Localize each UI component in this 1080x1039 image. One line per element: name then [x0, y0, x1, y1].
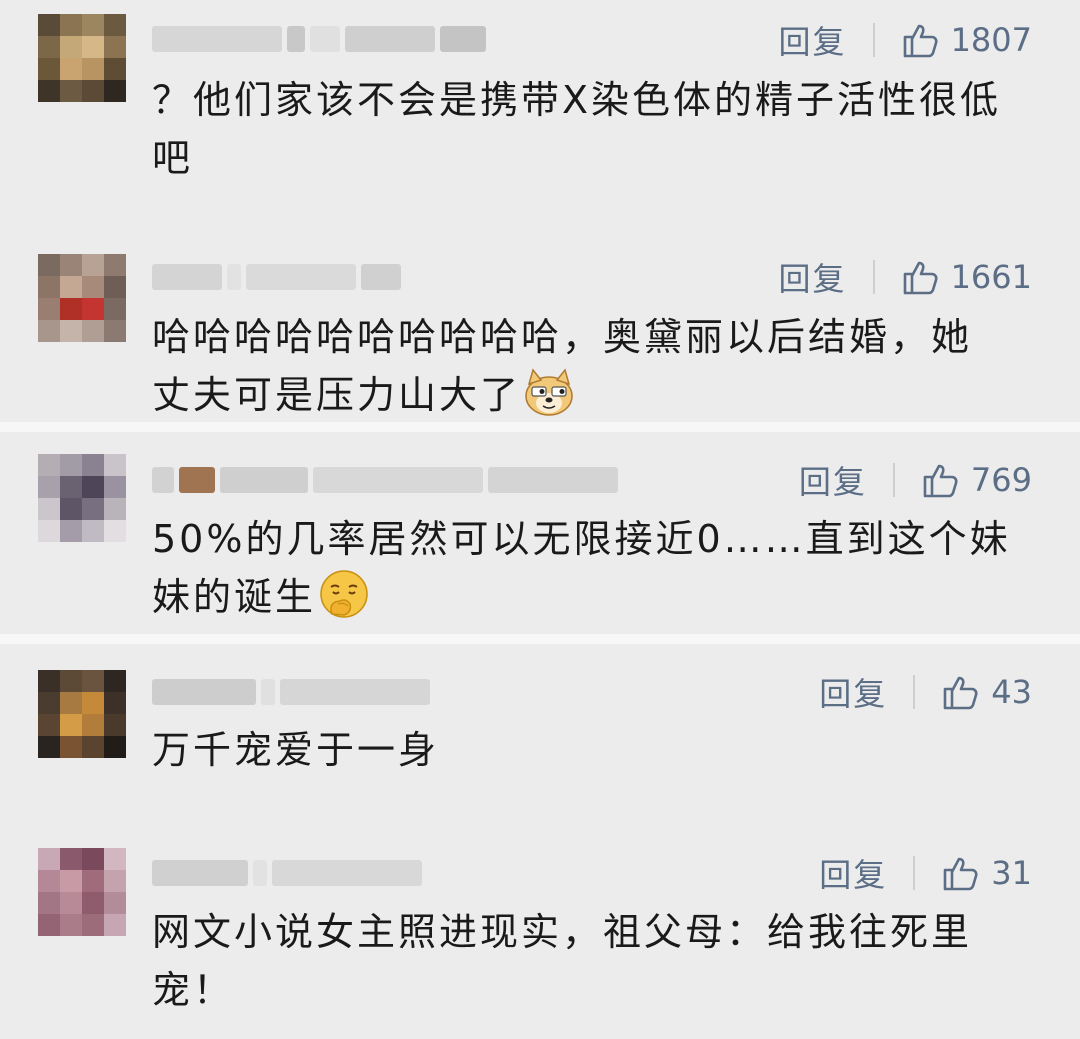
comment-text: ？他们家该不会是携带X染色体的精子活性很低吧 [152, 78, 1002, 180]
like-count: 1807 [950, 21, 1032, 59]
divider [913, 675, 916, 709]
avatar[interactable] [38, 254, 126, 342]
comment-text: 50%的几率居然可以无限接近0……直到这个妹妹的诞生 [152, 510, 1022, 626]
thumbs-up-icon [903, 261, 938, 295]
like-button[interactable]: 31 [941, 853, 1032, 893]
avatar[interactable] [38, 670, 126, 758]
comment-actions: 回复 769 [799, 455, 1032, 505]
comment-item: 回复 769 50%的几率居然可以无限接近0……直到这个妹妹的诞生 [0, 432, 1080, 632]
like-count: 1661 [950, 258, 1032, 296]
section-divider [0, 634, 1080, 644]
like-button[interactable]: 769 [921, 460, 1032, 500]
username-blurred[interactable] [152, 858, 422, 888]
doge-emoji-icon [525, 368, 573, 416]
divider [872, 23, 875, 57]
divider [892, 463, 895, 497]
comment-actions: 回复 43 [819, 667, 1032, 717]
section-divider [0, 422, 1080, 432]
snicker-emoji-icon [320, 570, 368, 618]
like-button[interactable]: 1807 [901, 20, 1032, 60]
comment-actions: 回复 31 [819, 848, 1032, 898]
divider [872, 260, 875, 294]
comment-item: 回复 43 万千宠爱于一身 [0, 644, 1080, 834]
comment-text: 网文小说女主照进现实，祖父母：给我往死里宠！ [152, 910, 973, 1012]
comment-text: 万千宠爱于一身 [152, 728, 440, 772]
comment-actions: 回复 1807 [779, 15, 1032, 65]
avatar[interactable] [38, 454, 126, 542]
username-blurred[interactable] [152, 24, 486, 54]
like-button[interactable]: 43 [941, 672, 1032, 712]
thumbs-up-icon [943, 857, 978, 891]
like-button[interactable]: 1661 [901, 257, 1032, 297]
avatar[interactable] [38, 14, 126, 102]
comment-item: 回复 1807 ？他们家该不会是携带X染色体的精子活性很低吧 [0, 0, 1080, 230]
comment-text: 哈哈哈哈哈哈哈哈哈哈，奥黛丽以后结婚，她丈夫可是压力山大了 [152, 308, 1012, 424]
like-count: 769 [970, 461, 1032, 499]
comment-actions: 回复 1661 [779, 252, 1032, 302]
comment-item: 回复 31 网文小说女主照进现实，祖父母：给我往死里宠！ [0, 834, 1080, 1039]
reply-button[interactable]: 回复 [779, 17, 847, 63]
avatar[interactable] [38, 848, 126, 936]
reply-button[interactable]: 回复 [819, 669, 887, 715]
like-count: 43 [991, 673, 1032, 711]
comment-text-content: 50%的几率居然可以无限接近0……直到这个妹妹的诞生 [152, 517, 1011, 619]
username-blurred[interactable] [152, 677, 430, 707]
comment-list: 回复 1807 ？他们家该不会是携带X染色体的精子活性很低吧 回复 1661 哈… [0, 0, 1080, 1039]
thumbs-up-icon [903, 24, 938, 58]
username-blurred[interactable] [152, 262, 401, 292]
thumbs-up-icon [923, 464, 958, 498]
thumbs-up-icon [943, 676, 978, 710]
reply-button[interactable]: 回复 [819, 850, 887, 896]
reply-button[interactable]: 回复 [779, 254, 847, 300]
like-count: 31 [991, 854, 1032, 892]
username-blurred[interactable] [152, 465, 618, 495]
comment-item: 回复 1661 哈哈哈哈哈哈哈哈哈哈，奥黛丽以后结婚，她丈夫可是压力山大了 [0, 230, 1080, 420]
reply-button[interactable]: 回复 [799, 457, 867, 503]
divider [913, 856, 916, 890]
